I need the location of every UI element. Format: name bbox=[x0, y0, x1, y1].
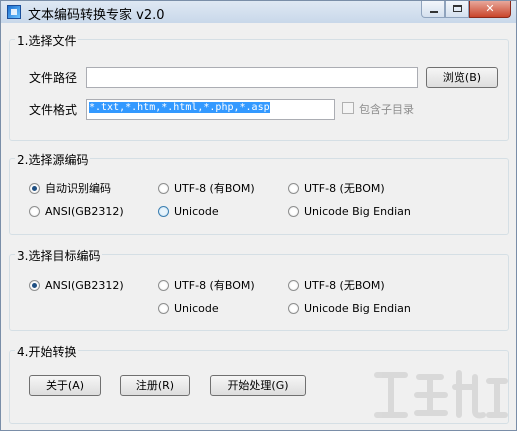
radio-label: UTF-8 (无BOM) bbox=[304, 279, 385, 292]
about-button[interactable]: 关于(A) bbox=[29, 375, 101, 396]
radio-icon bbox=[288, 280, 299, 291]
radio-label: ANSI(GB2312) bbox=[45, 279, 124, 292]
radio-icon bbox=[158, 303, 169, 314]
radio-label: 自动识别编码 bbox=[45, 182, 111, 195]
register-button[interactable]: 注册(R) bbox=[120, 375, 190, 396]
close-button[interactable]: ✕ bbox=[469, 1, 511, 18]
minimize-icon bbox=[430, 11, 438, 13]
radio-icon bbox=[158, 183, 169, 194]
file-select-group-title: 1.选择文件 bbox=[15, 32, 79, 49]
file-format-label: 文件格式 bbox=[29, 103, 78, 117]
file-path-input[interactable] bbox=[86, 67, 418, 88]
radio-label: Unicode bbox=[174, 205, 219, 218]
maximize-button[interactable] bbox=[445, 1, 469, 18]
radio-checked-icon bbox=[29, 183, 40, 194]
include-subdirs-box[interactable] bbox=[342, 102, 354, 114]
file-format-value: *.txt,*.htm,*.html,*.php,*.asp bbox=[89, 102, 270, 113]
minimize-button[interactable] bbox=[421, 1, 445, 18]
radio-checked-icon bbox=[29, 280, 40, 291]
radio-label: UTF-8 (有BOM) bbox=[174, 182, 255, 195]
close-icon: ✕ bbox=[485, 2, 495, 15]
radio-label: UTF-8 (无BOM) bbox=[304, 182, 385, 195]
source-encoding-group-title: 2.选择源编码 bbox=[15, 151, 91, 168]
start-process-button[interactable]: 开始处理(G) bbox=[210, 375, 306, 396]
window-title: 文本编码转换专家 v2.0 bbox=[28, 8, 165, 23]
title-bar[interactable]: 文本编码转换专家 v2.0 ✕ bbox=[1, 1, 516, 23]
radio-label: Unicode Big Endian bbox=[304, 302, 411, 315]
radio-icon bbox=[158, 206, 169, 217]
radio-label: UTF-8 (有BOM) bbox=[174, 279, 255, 292]
browse-button[interactable]: 浏览(B) bbox=[426, 67, 498, 88]
radio-icon bbox=[158, 280, 169, 291]
app-icon bbox=[7, 5, 21, 19]
include-subdirs-label: 包含子目录 bbox=[359, 103, 414, 116]
source-encoding-group: 2.选择源编码 bbox=[9, 151, 509, 235]
app-window: 文本编码转换专家 v2.0 ✕ 1.选择文件 文件路径 浏览(B) 文件格式 *… bbox=[0, 0, 517, 431]
radio-icon bbox=[29, 206, 40, 217]
radio-label: ANSI(GB2312) bbox=[45, 205, 124, 218]
maximize-icon bbox=[453, 5, 462, 12]
radio-label: Unicode bbox=[174, 302, 219, 315]
start-convert-group-title: 4.开始转换 bbox=[15, 343, 79, 360]
radio-icon bbox=[288, 183, 299, 194]
file-select-group: 1.选择文件 bbox=[9, 32, 509, 141]
radio-icon bbox=[288, 206, 299, 217]
radio-label: Unicode Big Endian bbox=[304, 205, 411, 218]
radio-icon bbox=[288, 303, 299, 314]
file-path-label: 文件路径 bbox=[29, 71, 78, 85]
target-encoding-group-title: 3.选择目标编码 bbox=[15, 247, 103, 264]
watermark-logo bbox=[374, 370, 508, 419]
file-format-input[interactable]: *.txt,*.htm,*.html,*.php,*.asp bbox=[86, 99, 335, 120]
